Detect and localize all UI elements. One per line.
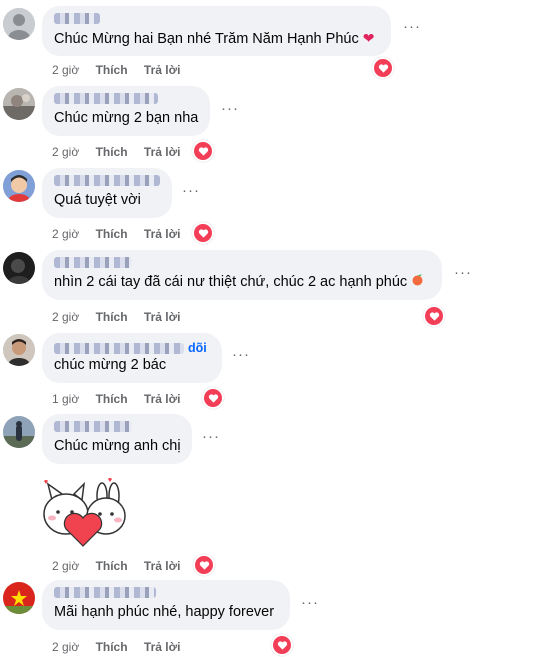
reply-button[interactable]: Trả lời (144, 145, 181, 159)
comment-actions: 2 giờ Thích Trả lời (52, 640, 193, 654)
love-reaction-icon[interactable] (271, 634, 293, 656)
avatar[interactable] (3, 252, 35, 284)
author-name[interactable] (54, 342, 184, 354)
comment-text: Mãi hạnh phúc nhé, happy forever (54, 604, 275, 620)
comment-bubble: Chúc mừng 2 bạn nha (42, 86, 210, 136)
more-options-icon[interactable]: ··· (202, 429, 222, 446)
comment-bubble: nhìn 2 cái tay đã cái nư thiệt chứ, chúc… (42, 250, 442, 300)
author-name[interactable] (54, 93, 158, 104)
more-options-icon[interactable]: ··· (221, 101, 241, 118)
more-options-icon[interactable]: ··· (232, 347, 252, 364)
avatar[interactable] (3, 334, 35, 366)
like-button[interactable]: Thích (96, 392, 128, 406)
comment-bubble: Chúc Mừng hai Bạn nhé Trăm Năm Hạnh Phúc… (42, 6, 391, 56)
like-button[interactable]: Thích (96, 145, 128, 159)
comment-text: nhìn 2 cái tay đã cái nư thiệt chứ, chúc… (54, 274, 408, 290)
like-button[interactable]: Thích (96, 640, 128, 654)
love-reaction-icon[interactable] (192, 222, 214, 244)
love-reaction-icon[interactable] (423, 305, 445, 327)
like-button[interactable]: Thích (96, 227, 128, 241)
cat-bunny-sticker[interactable] (40, 477, 126, 550)
author-name[interactable] (54, 421, 132, 432)
avatar[interactable] (3, 170, 35, 202)
comment-text: Chúc mừng anh chị (54, 438, 181, 454)
comment-actions: 2 giờ Thích Trả lời (52, 559, 193, 573)
avatar[interactable] (3, 8, 35, 40)
more-options-icon[interactable]: ··· (403, 19, 423, 36)
peach-emoji-icon (411, 274, 424, 290)
comment-time[interactable]: 1 giờ (52, 392, 79, 406)
love-reaction-icon[interactable] (202, 387, 224, 409)
avatar[interactable] (3, 582, 35, 614)
follow-link[interactable]: dõi (188, 341, 207, 355)
author-name[interactable] (54, 13, 100, 24)
comment-bubble: Mãi hạnh phúc nhé, happy forever (42, 580, 290, 630)
comment-time[interactable]: 2 giờ (52, 63, 79, 77)
comment-actions: 2 giờ Thích Trả lời (52, 310, 193, 324)
comment-time[interactable]: 2 giờ (52, 310, 79, 324)
love-reaction-icon[interactable] (372, 57, 394, 79)
comment-text: Quá tuyệt vời (54, 192, 141, 208)
comment-text: chúc mừng 2 bác (54, 357, 167, 373)
heart-emoji-icon: ❤ (362, 30, 375, 46)
like-button[interactable]: Thích (96, 310, 128, 324)
comment-bubble: Quá tuyệt vời (42, 168, 172, 218)
comment-actions: 2 giờ Thích Trả lời (52, 145, 193, 159)
comment-time[interactable]: 2 giờ (52, 559, 79, 573)
reply-button[interactable]: Trả lời (144, 63, 181, 77)
comment-time[interactable]: 2 giờ (52, 227, 79, 241)
reply-button[interactable]: Trả lời (144, 227, 181, 241)
comment-time[interactable]: 2 giờ (52, 640, 79, 654)
comment-time[interactable]: 2 giờ (52, 145, 79, 159)
reply-button[interactable]: Trả lời (144, 310, 181, 324)
comment-bubble: dõi chúc mừng 2 bác (42, 333, 222, 383)
author-name[interactable] (54, 175, 160, 186)
comment-text: Chúc Mừng hai Bạn nhé Trăm Năm Hạnh Phúc (54, 31, 359, 47)
comment-bubble: Chúc mừng anh chị (42, 414, 192, 464)
reply-button[interactable]: Trả lời (144, 392, 181, 406)
reply-button[interactable]: Trả lời (144, 640, 181, 654)
more-options-icon[interactable]: ··· (182, 183, 202, 200)
avatar[interactable] (3, 88, 35, 120)
comment-actions: 2 giờ Thích Trả lời (52, 63, 193, 77)
author-name[interactable] (54, 257, 132, 268)
avatar[interactable] (3, 416, 35, 448)
comment-actions: 1 giờ Thích Trả lời (52, 392, 193, 406)
more-options-icon[interactable]: ··· (301, 595, 321, 612)
like-button[interactable]: Thích (96, 63, 128, 77)
more-options-icon[interactable]: ··· (454, 265, 474, 282)
love-reaction-icon[interactable] (192, 140, 214, 162)
comment-text: Chúc mừng 2 bạn nha (54, 110, 199, 126)
comment-actions: 2 giờ Thích Trả lời (52, 227, 193, 241)
author-name[interactable] (54, 587, 156, 598)
like-button[interactable]: Thích (96, 559, 128, 573)
reply-button[interactable]: Trả lời (144, 559, 181, 573)
love-reaction-icon[interactable] (193, 554, 215, 576)
